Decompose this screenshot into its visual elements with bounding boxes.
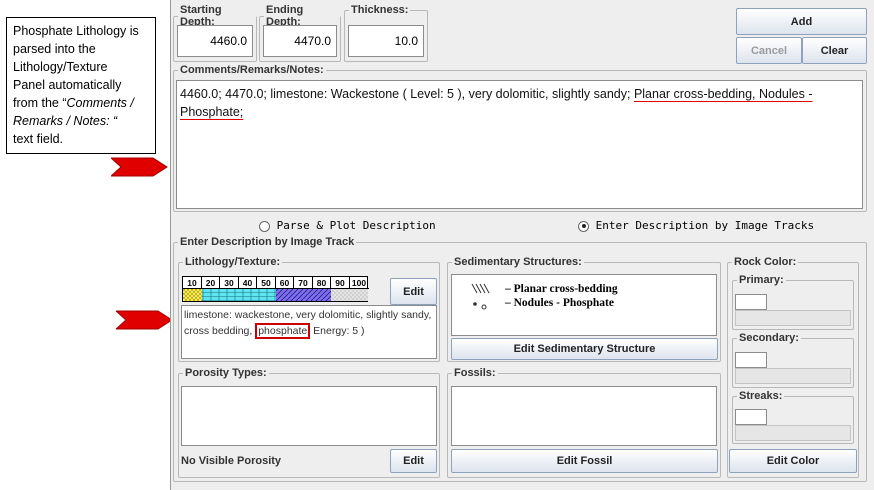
fossils-list[interactable] [451,386,717,446]
scale-tick: 40 [239,277,257,289]
lithology-track[interactable]: 10 20 30 40 50 60 70 80 90 100 [182,276,369,302]
secondary-color-label: Secondary: [739,332,799,344]
streaks-color-swatch[interactable] [735,409,767,425]
nodules-icon [473,302,487,310]
scale-tick: 100 [351,278,367,288]
radio-button-icon [259,220,270,232]
lithology-pattern-icon [183,289,368,301]
annotation-callout: Phosphate Lithology is parsed into the L… [6,17,156,154]
comments-label: Comments/Remarks/Notes: [180,64,324,76]
secondary-color-swatch[interactable] [735,352,767,368]
edit-fossil-button[interactable]: Edit Fossil [451,449,718,473]
thickness-label: Thickness: [351,4,409,16]
secondary-color-bar [735,368,851,384]
description-panel: Starting Depth: 4460.0 Ending Depth: 447… [170,0,874,490]
lithology-desc-text: cross bedding, [184,325,256,337]
callout-line: parsed into the [13,42,96,56]
scale-tick: 70 [294,277,313,289]
scale-tick: 60 [276,277,294,289]
callout-line: text field. [13,132,64,146]
lithology-desc-text: limestone: wackestone, very dolomitic, s… [184,309,432,321]
cross-bedding-icon [471,283,490,294]
callout-line: Remarks / Notes: “ [13,112,149,130]
porosity-list[interactable] [181,386,437,446]
edit-color-button[interactable]: Edit Color [729,449,857,473]
parse-plot-label: Parse & Plot Description [276,219,436,232]
image-tracks-label: Enter Description by Image Tracks [595,219,815,232]
lithology-label: Lithology/Texture: [185,256,281,268]
ending-depth-field[interactable]: 4470.0 [263,25,337,57]
image-tracks-radio[interactable]: Enter Description by Image Tracks [578,219,814,232]
callout-line: from the “Comments / [13,94,149,112]
comments-underlined-text: Phosphate; [180,105,244,119]
scale-tick: 50 [257,277,276,289]
comments-textarea[interactable]: 4460.0; 4470.0; limestone: Wackestone ( … [176,80,863,209]
callout-italic: Remarks / Notes: “ [13,114,118,128]
porosity-status: No Visible Porosity [181,455,282,467]
porosity-label: Porosity Types: [185,367,267,379]
image-track-label: Enter Description by Image Track [180,236,355,248]
clear-button[interactable]: Clear [802,37,867,64]
cancel-button[interactable]: Cancel [736,37,802,64]
fossils-label: Fossils: [454,367,496,379]
phosphate-highlight: phosphate [255,323,311,339]
streaks-color-label: Streaks: [739,390,783,402]
lithology-description: limestone: wackestone, very dolomitic, s… [181,305,437,359]
edit-porosity-button[interactable]: Edit [390,449,437,473]
edit-sedimentary-button[interactable]: Edit Sedimentary Structure [451,338,718,360]
scale-tick: 30 [220,277,239,289]
primary-color-bar [735,310,851,326]
scale-tick: 90 [331,277,350,289]
thickness-field[interactable]: 10.0 [348,25,424,57]
lithology-desc-text: Energy: 5 ) [310,325,365,337]
callout-line: Panel automatically [13,78,122,92]
streaks-color-bar [735,425,851,441]
primary-color-swatch[interactable] [735,294,767,310]
rock-color-label: Rock Color: [734,256,797,268]
sedimentary-item: – Nodules - Phosphate [505,297,614,309]
sedimentary-list[interactable]: – Planar cross-bedding – Nodules - Phosp… [451,274,717,336]
sedimentary-label: Sedimentary Structures: [454,256,582,268]
callout-italic: Comments / [66,96,134,110]
scale-tick: 80 [313,277,331,289]
callout-text: from the “ [13,96,67,110]
parse-plot-radio[interactable]: Parse & Plot Description [259,219,436,232]
edit-lithology-button[interactable]: Edit [390,278,437,305]
radio-selected-icon [578,220,589,232]
scale-tick: 20 [202,277,220,289]
comments-underlined-text: Planar cross-bedding, Nodules - [633,87,813,101]
red-arrow-icon [111,157,168,177]
sedimentary-item: – Planar cross-bedding [505,283,618,295]
callout-line: Lithology/Texture [13,60,108,74]
red-arrow-icon [116,310,173,330]
add-button[interactable]: Add [736,8,867,35]
callout-line: Phosphate Lithology is [13,24,139,38]
starting-depth-field[interactable]: 4460.0 [177,25,253,57]
comments-text: 4460.0; 4470.0; limestone: Wackestone ( … [180,87,634,101]
scale-tick: 10 [183,277,202,289]
primary-color-label: Primary: [739,274,784,286]
lithology-scale: 10 20 30 40 50 60 70 80 90 100 [183,277,369,289]
